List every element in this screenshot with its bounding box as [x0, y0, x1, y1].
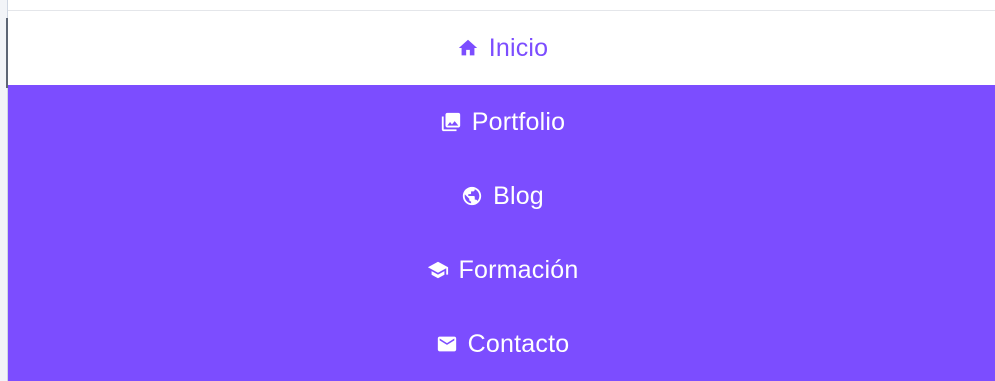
nav-item-label: Portfolio — [471, 107, 566, 136]
nav-menu: Inicio Portfolio Blog Formación Contacto — [8, 11, 995, 381]
nav-item-label: Blog — [493, 181, 544, 210]
nav-item-label: Formación — [458, 255, 579, 284]
nav-item-inicio[interactable]: Inicio — [8, 11, 995, 85]
page: Inicio Portfolio Blog Formación Contacto — [0, 0, 995, 381]
home-icon — [455, 35, 481, 61]
mail-icon — [434, 331, 460, 357]
nav-item-contacto[interactable]: Contacto — [8, 307, 995, 381]
nav-item-formacion[interactable]: Formación — [8, 233, 995, 307]
photo-library-icon — [438, 109, 464, 135]
nav-item-portfolio[interactable]: Portfolio — [8, 85, 995, 159]
nav-item-label: Contacto — [467, 329, 570, 358]
nav-item-blog[interactable]: Blog — [8, 159, 995, 233]
graduation-cap-icon — [425, 257, 451, 283]
nav-item-label: Inicio — [488, 33, 549, 62]
globe-icon — [459, 183, 485, 209]
window-edge — [0, 0, 8, 381]
